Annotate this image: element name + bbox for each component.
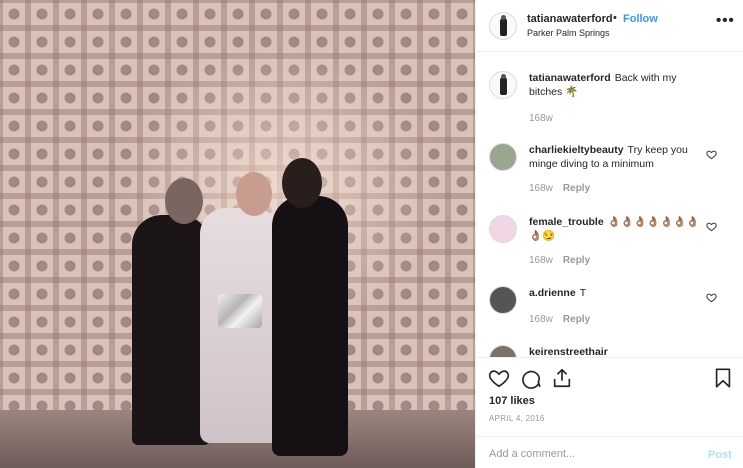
- comment-username[interactable]: keirenstreethair: [529, 346, 608, 357]
- person-left-head: [165, 178, 203, 224]
- bookmark-icon[interactable]: [712, 367, 734, 389]
- post-date[interactable]: APRIL 4, 2016: [489, 414, 545, 423]
- comment-age[interactable]: 168w: [529, 183, 553, 194]
- post-actions: 107 likes APRIL 4, 2016 Post: [476, 357, 743, 468]
- comment-username[interactable]: a.drienne: [529, 287, 576, 299]
- likes-count[interactable]: 107 likes: [489, 395, 535, 407]
- reply-button[interactable]: Reply: [563, 314, 590, 325]
- reply-button[interactable]: Reply: [563, 183, 590, 194]
- commenter-avatar[interactable]: [489, 215, 517, 243]
- post-header: tatianawaterford • Follow Parker Palm Sp…: [476, 0, 743, 52]
- person-right: [272, 196, 348, 456]
- comment-body: T: [579, 287, 587, 299]
- comment-text: keirenstreethair: [529, 345, 705, 357]
- comment-username[interactable]: tatianawaterford: [529, 72, 611, 84]
- add-comment-bar: Post: [476, 436, 743, 468]
- like-comment-heart-icon[interactable]: [706, 221, 717, 232]
- comment-age[interactable]: 168w: [529, 113, 553, 124]
- comment-meta: 168w: [529, 113, 553, 124]
- heart-icon[interactable]: [488, 367, 510, 389]
- author-avatar[interactable]: [489, 71, 517, 99]
- post-button[interactable]: Post: [708, 449, 732, 461]
- comment-meta: 168w Reply: [529, 314, 590, 325]
- caption-text: tatianawaterford Back with my bitches 🌴: [529, 71, 705, 99]
- location-link[interactable]: Parker Palm Springs: [527, 28, 610, 38]
- commenter-avatar[interactable]: [489, 143, 517, 171]
- sequin-clutch: [218, 294, 262, 328]
- separator-dot: •: [613, 12, 617, 24]
- author-username[interactable]: tatianawaterford: [527, 13, 613, 25]
- person-left: [132, 215, 210, 445]
- follow-button[interactable]: Follow: [623, 13, 658, 25]
- more-options-icon[interactable]: •••: [716, 12, 735, 29]
- like-comment-heart-icon[interactable]: [706, 149, 717, 160]
- reply-button[interactable]: Reply: [563, 255, 590, 266]
- comment-age[interactable]: 168w: [529, 314, 553, 325]
- comment-meta: 168w Reply: [529, 183, 590, 194]
- person-right-head: [282, 158, 322, 208]
- commenter-avatar[interactable]: [489, 286, 517, 314]
- like-comment-heart-icon[interactable]: [706, 292, 717, 303]
- comment-input[interactable]: [489, 446, 689, 462]
- comment-text: a.drienne T: [529, 286, 705, 300]
- comment-username[interactable]: charliekieltybeauty: [529, 144, 624, 156]
- comment-text: female_trouble 👌🏽👌🏽👌🏽👌🏽👌🏽👌🏽👌🏽👌🏽😏: [529, 215, 705, 243]
- person-middle-head: [236, 172, 272, 216]
- post-photo[interactable]: [0, 0, 475, 468]
- comment-icon[interactable]: [520, 367, 542, 389]
- comment-text: charliekieltybeauty Try keep you minge di…: [529, 143, 705, 171]
- comments-list[interactable]: tatianawaterford Back with my bitches 🌴 1…: [476, 53, 743, 357]
- comment-meta: 168w Reply: [529, 255, 590, 266]
- commenter-avatar[interactable]: [489, 345, 517, 357]
- post-side-panel: tatianawaterford • Follow Parker Palm Sp…: [475, 0, 743, 468]
- share-icon[interactable]: [551, 367, 573, 389]
- comment-age[interactable]: 168w: [529, 255, 553, 266]
- author-avatar[interactable]: [489, 12, 517, 40]
- comment-username[interactable]: female_trouble: [529, 216, 604, 228]
